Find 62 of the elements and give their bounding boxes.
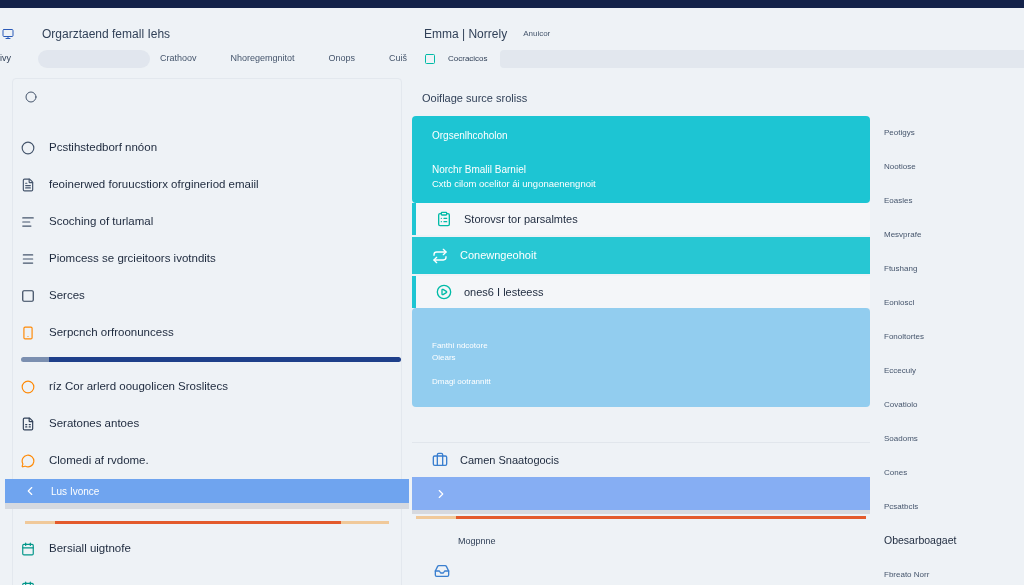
side-link[interactable]: Ftushang bbox=[884, 263, 918, 275]
user-name: Emma | Norrely bbox=[424, 26, 508, 43]
lines-icon bbox=[21, 214, 35, 229]
card-title: Orgsenlhcoholon bbox=[432, 129, 509, 143]
phone-icon bbox=[21, 325, 35, 340]
square-icon bbox=[21, 288, 35, 303]
card-text: Cxtb cilom ocelitor ái ungonaenengnoit bbox=[432, 177, 597, 191]
refresh-icon bbox=[432, 247, 448, 264]
side-link[interactable]: Eoasles bbox=[884, 195, 913, 207]
side-link[interactable]: Eccecuiy bbox=[884, 365, 916, 377]
info-text: Dmagi ootrannitt bbox=[432, 376, 492, 388]
tab-label[interactable]: Cocracicos bbox=[448, 53, 488, 65]
inbox-icon bbox=[434, 562, 450, 579]
calendar-icon bbox=[21, 541, 35, 556]
side-link[interactable]: Covatiolo bbox=[884, 399, 918, 411]
side-link[interactable]: Fonoltortes bbox=[884, 331, 925, 343]
nav-link[interactable]: Cuiš bbox=[389, 52, 408, 66]
card-subtitle: Norchr Bmalil Barniel bbox=[432, 163, 527, 177]
sidebar-item[interactable]: Pcstihstedborf nnóon bbox=[13, 129, 401, 166]
section-title: Camen Snaatogocis bbox=[460, 452, 560, 468]
info-text: Oiears bbox=[432, 352, 457, 364]
side-link[interactable]: Fbreato Norr bbox=[884, 569, 930, 581]
footer-label: Mogpnne bbox=[458, 535, 497, 548]
sidebar-item[interactable]: Serpcnch orfroonuncess bbox=[13, 314, 401, 351]
side-link[interactable]: Pcsatbcls bbox=[884, 501, 919, 513]
side-link[interactable]: Obesarboagaet bbox=[884, 533, 957, 549]
nav-link[interactable]: Onops bbox=[328, 52, 356, 66]
app-title: Orgarztaend femall Iehs bbox=[42, 26, 171, 43]
nav-link[interactable]: Nhoregemgnitot bbox=[230, 52, 295, 66]
circle-icon bbox=[21, 140, 35, 155]
logo-icon bbox=[2, 28, 14, 40]
side-link[interactable]: Soadoms bbox=[884, 433, 918, 445]
document-icon bbox=[21, 177, 35, 192]
sidebar-item[interactable]: Clomedi af rvdome. bbox=[13, 442, 401, 479]
briefcase-icon bbox=[432, 452, 448, 468]
circle-icon bbox=[25, 91, 37, 103]
sidebar-item[interactable]: Scoching of turlamal bbox=[13, 203, 401, 240]
side-link[interactable]: Peotigys bbox=[884, 127, 915, 139]
chat-icon bbox=[21, 453, 35, 468]
sidebar-item[interactable]: ríz Cor arlerd oougolicen Sroslitecs bbox=[13, 368, 401, 405]
clipboard-icon bbox=[436, 211, 452, 227]
user-role: Anuicor bbox=[523, 28, 551, 40]
square-icon bbox=[424, 53, 436, 65]
document-icon bbox=[21, 416, 35, 431]
side-link[interactable]: Eonioscl bbox=[884, 297, 915, 309]
circle-icon bbox=[21, 379, 35, 394]
side-link[interactable]: Mesvprafe bbox=[884, 229, 922, 241]
sidebar-item[interactable]: feoinerwed foruucstiorx ofrgineriod emaiil bbox=[13, 166, 401, 203]
side-link[interactable]: Cones bbox=[884, 467, 908, 479]
sidebar-item[interactable]: Serces bbox=[13, 277, 401, 314]
play-icon bbox=[436, 284, 452, 300]
menu-icon bbox=[21, 251, 35, 266]
section-heading: Ooiflage surce sroliss bbox=[422, 91, 529, 106]
info-text: Fanthi ndcotore bbox=[432, 340, 489, 352]
side-link[interactable]: Nootiose bbox=[884, 161, 916, 173]
nav-link[interactable]: Crathoov bbox=[160, 52, 197, 66]
nav-label: ivy bbox=[0, 52, 12, 66]
sidebar-item[interactable]: Bersiall uigtnofe bbox=[13, 530, 401, 567]
list-row[interactable]: Storovsr tor parsalmtes bbox=[412, 203, 870, 235]
sidebar-item[interactable]: Piomcess se grcieitoors ivotndits bbox=[13, 240, 401, 277]
list-row[interactable]: ones6 I lesteess bbox=[412, 276, 870, 308]
sidebar-item[interactable]: Seratones antoes bbox=[13, 405, 401, 442]
